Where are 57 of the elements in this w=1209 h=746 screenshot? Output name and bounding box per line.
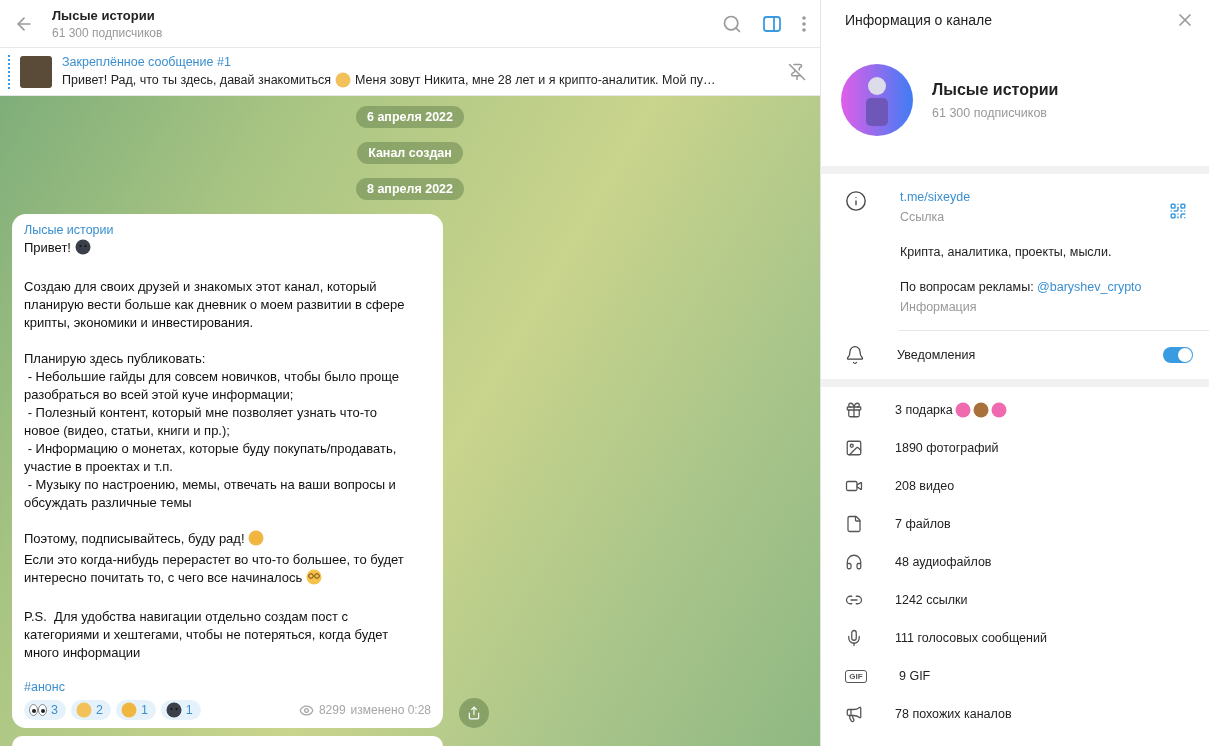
service-message: Канал создан (357, 142, 463, 164)
info-label: Информация (900, 300, 978, 314)
nerd-emoji-icon (305, 569, 322, 585)
hashtag-link[interactable]: #анонс (24, 680, 65, 694)
file-icon (845, 515, 863, 533)
media-count[interactable]: 78 похожих каналов (895, 707, 1012, 721)
media-count[interactable]: 9 GIF (899, 669, 931, 683)
views-icon (298, 702, 314, 718)
microphone-icon (845, 629, 863, 647)
headphones-icon (845, 553, 863, 571)
service-message: 8 апреля 2022 (356, 178, 464, 200)
subscriber-count: 61 300 подписчиков (932, 105, 1048, 120)
moon-emoji-icon (74, 239, 91, 255)
gift-icon (845, 401, 863, 419)
megaphone-icon (845, 705, 863, 723)
media-count[interactable]: 1242 ссылки (895, 593, 968, 607)
link-label: Ссылка (900, 210, 946, 224)
bell-icon (845, 345, 865, 365)
menu-icon (802, 15, 806, 32)
service-message: 6 апреля 2022 (356, 106, 464, 128)
edited-time: изменено 0:28 (350, 703, 431, 717)
eyes-emoji-icon (29, 704, 47, 716)
share-icon (467, 706, 481, 720)
moon-emoji-icon (165, 702, 182, 718)
message-text: Планирую здесь публиковать: - Небольшие гайды для совсем новичков, чтобы было проще разобраться во всей этой куче информации; - Полезный контент, который мне позволяет узнать что-то новое (видео, статьи, книги и пр.); - Информацию о монетах, которые буду покупать/продавать, участие в проектах и т.п. - Музыку по настроению, мемы, отвечать на ваши вопросы и обсуждать различные темы (24, 350, 400, 512)
ads-text: По вопросам рекламы: @baryshev_crypto (900, 280, 1143, 294)
message-text: Создаю для своих друзей и знакомых этот канал, который планирую вести больше как дневник о моем развитии в сфере крипты, экономики и инвестирования. (24, 278, 406, 332)
channel-description: Крипта, аналитика, проекты, мысли. (900, 245, 1113, 259)
view-count: 8299 (318, 703, 346, 717)
channel-link[interactable]: t.me/sixeyde (900, 190, 1159, 204)
media-count[interactable]: 3 подарка (895, 403, 953, 417)
panel-title: Информация о канале (845, 12, 992, 28)
menu-button[interactable] (800, 13, 808, 34)
message-text: Привет! (24, 239, 431, 260)
message-author[interactable]: Лысые истории (24, 223, 431, 237)
photo-placeholder (20, 55, 52, 88)
info-icon (845, 190, 867, 212)
search-icon (722, 13, 742, 34)
channel-name: Лысые истории (932, 80, 1059, 99)
message-text: Поэтому, подписывайтесь, буду рад! Если это когда-нибудь перерастет во что-то большее, то будет интересно почитать то, с чего все начиналось (24, 530, 405, 587)
media-count[interactable]: 48 аудиофайлов (895, 555, 992, 569)
pinned-text: Меня зовут Никита, мне 28 лет и я крипто-аналитик. Мой пу… (355, 73, 716, 87)
notifications-toggle[interactable] (1163, 347, 1193, 363)
message-text: P.S. Для удобства навигации отдельно создам пост с категориями и хештегами, чтобы не потеряться, когда будет много информации (24, 608, 390, 662)
share-button[interactable] (459, 698, 489, 728)
media-count[interactable]: 111 голосовых сообщений (895, 631, 1047, 645)
media-count[interactable]: 7 файлов (895, 517, 951, 531)
ads-contact-link[interactable]: @baryshev_crypto (1037, 280, 1142, 294)
gif-icon: GIF (845, 669, 867, 683)
media-count[interactable]: 208 видео (895, 479, 955, 493)
pinned-title[interactable]: Закреплённое сообщение #1 (62, 55, 776, 69)
pinned-text: Привет! Рад, что ты здесь, давай знакомиться (62, 73, 331, 87)
subscriber-count: 61 300 подписчиков (52, 25, 164, 40)
media-count[interactable]: 1890 фотографий (895, 441, 999, 455)
photo-icon (845, 439, 863, 457)
channel-title: Лысые истории (52, 7, 156, 23)
notifications-label: Уведомления (897, 348, 977, 362)
